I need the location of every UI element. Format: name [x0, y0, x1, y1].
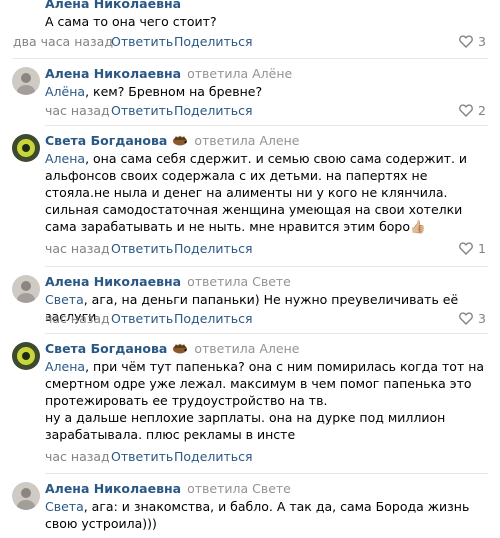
mention-link[interactable]: Алена	[45, 359, 85, 374]
comment-body: , ага: и знакомства, и бабло. А так да, …	[45, 499, 470, 531]
comment-text: Алена, она сама себя сдержит. и семью св…	[45, 150, 490, 235]
comment-time[interactable]: час назад	[45, 103, 110, 118]
comment-text: Алена, при чём тут папенька? она с ним п…	[45, 358, 490, 443]
comment-text: Света, ага: и знакомства, и бабло. А так…	[45, 498, 490, 532]
heart-icon	[459, 242, 473, 255]
heart-icon	[459, 104, 473, 117]
author-name[interactable]: Света Богданова	[45, 341, 167, 356]
reply-button[interactable]: Ответить	[111, 241, 173, 256]
divider	[12, 58, 488, 59]
comment-meta: час назад Ответить Поделиться	[45, 449, 486, 467]
heart-icon	[459, 35, 473, 48]
author-name[interactable]: Алена Николаевна	[45, 481, 181, 496]
comment-body: , кем? Бревном на бревне?	[85, 84, 263, 99]
comment-author: Алена Николаевна ответила Алёне	[45, 66, 292, 81]
comment-time[interactable]: два часа назад	[13, 34, 113, 49]
like-count: 3	[478, 34, 486, 49]
replied-to[interactable]: ответила Свете	[187, 274, 291, 289]
comment-text: А сама то она чего стоит?	[45, 13, 490, 30]
mention-link[interactable]: Света	[45, 499, 84, 514]
comment-author: Алена Николаевна ответила Свете	[45, 274, 291, 289]
reply-button[interactable]: Ответить	[111, 449, 173, 464]
author-name[interactable]: Алена Николаевна	[45, 274, 181, 289]
comment-time[interactable]: час назад	[45, 311, 110, 326]
share-button[interactable]: Поделиться	[174, 241, 253, 256]
like-count: 2	[478, 103, 486, 118]
comment-body: , она сама себя сдержит. и семью свою са…	[45, 151, 468, 234]
comment-time[interactable]: час назад	[45, 241, 110, 256]
replied-to[interactable]: ответила Алёне	[187, 66, 292, 81]
like-button[interactable]: 1	[459, 241, 486, 256]
avatar[interactable]	[12, 342, 40, 370]
comment-text: Алёна, кем? Бревном на бревне?	[45, 83, 490, 100]
comment-body: А сама то она чего стоит?	[45, 14, 217, 29]
comments-thread: Алена Николаевна А сама то она чего стои…	[0, 0, 500, 538]
hedgehog-icon	[172, 134, 188, 149]
comment-meta: час назад Ответить Поделиться 2	[45, 103, 486, 121]
mention-link[interactable]: Света	[45, 292, 84, 307]
divider	[45, 266, 488, 267]
heart-icon	[459, 312, 473, 325]
replied-to[interactable]: ответила Алене	[194, 341, 299, 356]
like-button[interactable]: 3	[459, 311, 486, 326]
comment-body: , при чём тут папенька? она с ним помири…	[45, 359, 485, 408]
like-count: 1	[478, 241, 486, 256]
comment-author: Света Богданова ответила Алене	[45, 341, 299, 357]
avatar[interactable]	[12, 482, 40, 510]
like-button[interactable]: 3	[459, 34, 486, 49]
mention-link[interactable]: Алёна	[45, 84, 85, 99]
author-name[interactable]: Алена Николаевна	[45, 66, 181, 81]
share-button[interactable]: Поделиться	[174, 103, 253, 118]
hedgehog-icon	[172, 342, 188, 357]
like-count: 3	[478, 311, 486, 326]
divider	[45, 333, 488, 334]
avatar[interactable]	[12, 67, 40, 95]
comment-author: Алена Николаевна ответила Свете	[45, 481, 291, 496]
replied-to[interactable]: ответила Свете	[187, 481, 291, 496]
divider	[45, 125, 488, 126]
comment-meta: час назад Ответить Поделиться 1	[45, 241, 486, 259]
avatar[interactable]	[12, 134, 40, 162]
comment-author: Алена Николаевна	[45, 0, 181, 11]
author-name[interactable]: Алена Николаевна	[45, 0, 181, 11]
reply-button[interactable]: Ответить	[111, 311, 173, 326]
share-button[interactable]: Поделиться	[174, 311, 253, 326]
mention-link[interactable]: Алена	[45, 151, 85, 166]
author-name[interactable]: Света Богданова	[45, 133, 167, 148]
like-button[interactable]: 2	[459, 103, 486, 118]
comment-author: Света Богданова ответила Алене	[45, 133, 299, 149]
avatar[interactable]	[12, 275, 40, 303]
reply-button[interactable]: Ответить	[111, 103, 173, 118]
share-button[interactable]: Поделиться	[174, 449, 253, 464]
divider	[45, 473, 488, 474]
comment-meta: час назад Ответить Поделиться 3	[45, 311, 486, 329]
reply-button[interactable]: Ответить	[111, 34, 173, 49]
comment-time[interactable]: час назад	[45, 449, 110, 464]
replied-to[interactable]: ответила Алене	[194, 133, 299, 148]
comment-meta: два часа назад Ответить Поделиться 3	[13, 34, 486, 52]
share-button[interactable]: Поделиться	[174, 34, 253, 49]
comment-body-line: ну а дальше неплохие зарплаты. она на ду…	[45, 410, 446, 442]
